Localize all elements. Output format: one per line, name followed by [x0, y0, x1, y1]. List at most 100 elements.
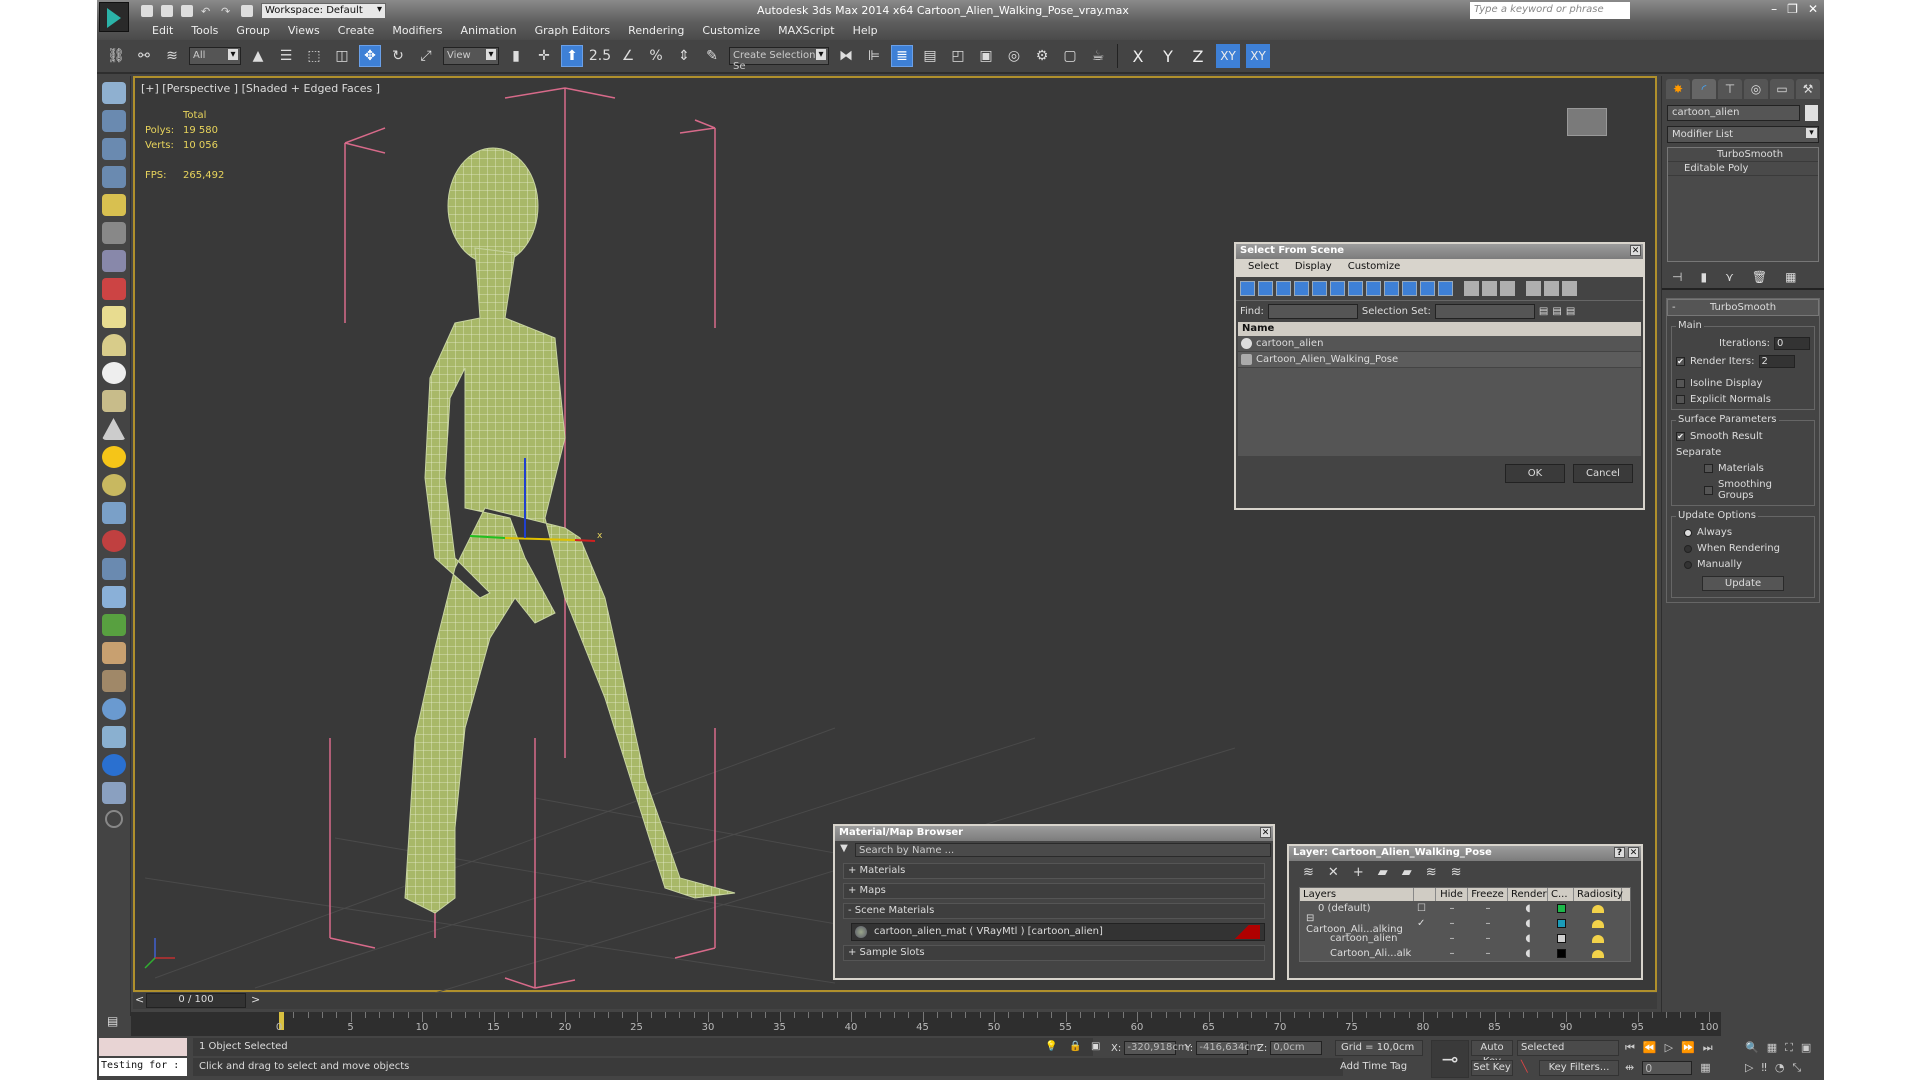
scene-converter-icon[interactable] — [101, 726, 126, 748]
delete-layer-icon[interactable]: ✕ — [1328, 865, 1339, 880]
stack-item-turbosmooth[interactable]: TurboSmooth — [1668, 148, 1818, 162]
hide-toggle[interactable]: – — [1436, 933, 1468, 944]
smooth-result-checkbox[interactable]: ✔ — [1676, 432, 1685, 441]
link-icon[interactable]: ⛓ — [105, 45, 127, 67]
selection-lock-icon[interactable]: 🔒 — [1069, 1041, 1081, 1052]
close-icon[interactable]: ✕ — [1808, 2, 1818, 16]
current-layer-check-icon[interactable]: ✓ — [1414, 918, 1436, 929]
layer-row[interactable]: cartoon_alien – – ◖ — [1300, 931, 1630, 946]
zoom-icon[interactable]: 🔍 — [1745, 1041, 1759, 1055]
object-list-empty-area[interactable] — [1238, 368, 1641, 456]
maxscript-listener-top[interactable] — [99, 1038, 187, 1056]
axis-z-button[interactable]: Z — [1186, 47, 1210, 66]
ok-button[interactable]: OK — [1505, 464, 1565, 483]
select-objects-in-layer-icon[interactable]: ▰ — [1378, 865, 1388, 880]
browser-options-icon[interactable]: ▼ — [837, 843, 851, 857]
update-manually-radio[interactable] — [1684, 560, 1692, 569]
modifier-list-dropdown[interactable]: Modifier List — [1667, 126, 1819, 143]
time-config-icon[interactable]: ▦ — [1700, 1061, 1710, 1075]
maxscript-listener-input[interactable]: Testing for : — [99, 1058, 187, 1076]
show-end-result-icon[interactable]: ▮ — [1700, 270, 1707, 284]
select-scale-icon[interactable]: ⤢ — [415, 45, 437, 67]
cancel-button[interactable]: Cancel — [1573, 464, 1633, 483]
columns-icon[interactable] — [1562, 281, 1577, 296]
menu-maxscript[interactable]: MAXScript — [769, 22, 843, 40]
render-teapot-icon[interactable]: ◖ — [1508, 903, 1548, 914]
key-mode-dropdown[interactable]: Selected — [1517, 1040, 1619, 1056]
separate-smoothing-groups-checkbox[interactable] — [1704, 485, 1713, 495]
camera-sequence-icon[interactable] — [101, 278, 126, 300]
vray-toggle-icon[interactable] — [101, 754, 126, 776]
spinner-snap-icon[interactable]: ⇕ — [673, 45, 695, 67]
render-teapot-icon[interactable]: ◖ — [1508, 933, 1548, 944]
next-frame-icon[interactable]: > — [251, 993, 260, 1006]
tower-icon[interactable] — [101, 558, 126, 580]
light-lister-icon[interactable] — [101, 194, 126, 216]
snaps-toggle-icon[interactable]: 2.5 — [589, 45, 611, 67]
ox-icon[interactable] — [101, 670, 126, 692]
filter-icon[interactable] — [1526, 281, 1541, 296]
menu-customize[interactable]: Customize — [1348, 261, 1401, 275]
bind-space-warp-icon[interactable]: ≋ — [161, 45, 183, 67]
sel-set-remove-icon[interactable]: ▤ — [1552, 306, 1561, 317]
render-setup-icon[interactable]: ⚙ — [1031, 45, 1053, 67]
col-color[interactable]: C... — [1548, 888, 1574, 901]
next-frame-icon[interactable]: ⏩ — [1681, 1041, 1695, 1055]
named-selection-dropdown[interactable]: Create Selection Se — [729, 47, 829, 72]
radiosity-icon[interactable] — [1592, 934, 1604, 943]
field-of-view-icon[interactable]: ▷ — [1745, 1061, 1753, 1075]
hide-all-layers-icon[interactable]: ≋ — [1426, 865, 1437, 880]
close-icon[interactable]: ✕ — [1628, 847, 1639, 858]
render-iters-checkbox[interactable]: ✔ — [1676, 357, 1685, 366]
section-maps[interactable]: + Maps — [843, 883, 1265, 899]
pivot-center-icon[interactable]: ▮ — [505, 45, 527, 67]
menu-help[interactable]: Help — [844, 22, 887, 40]
configure-sets-icon[interactable]: ▦ — [1785, 270, 1796, 284]
turbosmooth-rollout-header[interactable]: - TurboSmooth — [1667, 299, 1819, 316]
undo-icon[interactable]: ↶ — [201, 5, 213, 18]
menu-create[interactable]: Create — [329, 22, 384, 40]
material-browser-titlebar[interactable]: Material/Map Browser ✕ — [835, 826, 1273, 841]
select-move-icon[interactable]: ✥ — [359, 45, 381, 67]
axis-y-button[interactable]: Y — [1156, 47, 1180, 66]
zoom-extents-icon[interactable]: ⛶ — [1785, 1041, 1793, 1055]
display-spacewarps-icon[interactable] — [1330, 281, 1345, 296]
rendered-frame-window-icon[interactable]: ▢ — [1059, 45, 1081, 67]
explicit-normals-checkbox[interactable] — [1676, 395, 1685, 404]
section-scene-materials[interactable]: - Scene Materials — [843, 903, 1265, 919]
menu-customize[interactable]: Customize — [693, 22, 769, 40]
restore-icon[interactable]: ❐ — [1787, 2, 1798, 16]
render-frame-icon[interactable] — [101, 110, 126, 132]
angle-snap-icon[interactable]: ∠ — [617, 45, 639, 67]
add-time-tag[interactable]: Add Time Tag — [1335, 1060, 1423, 1076]
sel-set-add-icon[interactable]: ▤ — [1539, 306, 1548, 317]
metaball-icon[interactable] — [101, 530, 126, 552]
sel-set-edit-icon[interactable]: ▤ — [1566, 306, 1575, 317]
pin-stack-icon[interactable]: ⊣ — [1672, 270, 1682, 284]
add-to-layer-icon[interactable]: + — [1353, 865, 1364, 880]
proxy-icon[interactable] — [101, 502, 126, 524]
export-icon[interactable] — [101, 782, 126, 804]
render-teapot-icon[interactable]: ◖ — [1508, 918, 1548, 929]
object-name-field[interactable]: cartoon_alien — [1667, 105, 1800, 121]
render-settings-icon[interactable] — [101, 166, 126, 188]
menu-display[interactable]: Display — [1295, 261, 1332, 275]
play-icon[interactable]: ▷ — [1665, 1041, 1673, 1055]
hierarchy-tab-icon[interactable]: ⊤ — [1718, 79, 1742, 99]
display-lights-icon[interactable] — [1276, 281, 1291, 296]
freeze-toggle[interactable]: – — [1468, 903, 1508, 914]
name-column-header[interactable]: Name — [1238, 322, 1641, 336]
selection-set-dropdown[interactable] — [1434, 304, 1535, 319]
motion-tab-icon[interactable]: ◎ — [1744, 79, 1768, 99]
find-input[interactable] — [1267, 304, 1358, 319]
layer-row[interactable]: ⊟ Cartoon_Ali...alking ✓ – – ◖ — [1300, 913, 1630, 935]
select-all-icon[interactable] — [1464, 281, 1479, 296]
camera-icon[interactable] — [101, 222, 126, 244]
display-bones-icon[interactable] — [1384, 281, 1399, 296]
hide-toggle[interactable]: – — [1436, 948, 1468, 959]
axis-xy-cycle-button[interactable]: XY — [1246, 44, 1270, 68]
display-geometry-icon[interactable] — [1240, 281, 1255, 296]
col-render[interactable]: Render — [1508, 888, 1548, 901]
make-unique-icon[interactable]: ⋎ — [1725, 270, 1734, 284]
select-manipulate-icon[interactable]: ✛ — [533, 45, 555, 67]
